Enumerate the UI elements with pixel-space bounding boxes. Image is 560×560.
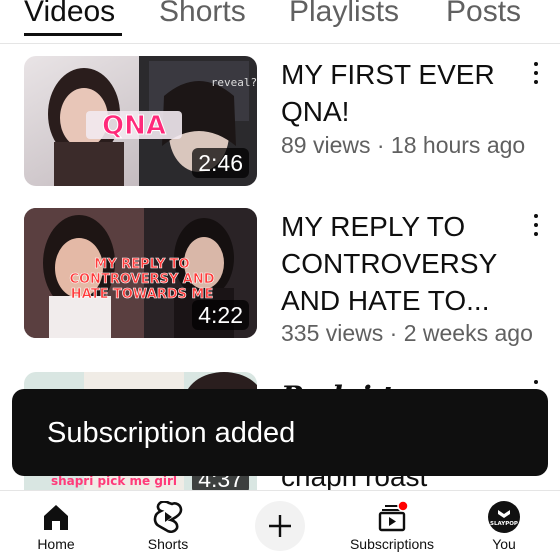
more-options-icon[interactable] <box>528 212 544 238</box>
svg-text:reveal?: reveal? <box>211 76 257 89</box>
video-title[interactable]: MY REPLY TO CONTROVERSY AND HATE TO... <box>281 208 521 319</box>
nav-home-label: Home <box>37 536 75 552</box>
plus-icon <box>269 515 291 537</box>
nav-shorts-label: Shorts <box>147 536 189 552</box>
video-meta: 335 views · 2 weeks ago <box>281 320 533 346</box>
tab-shorts[interactable]: Shorts <box>159 0 246 32</box>
avatar: SLAYPOP <box>488 501 520 533</box>
svg-text:shapri pick me girl: shapri pick me girl <box>51 474 177 488</box>
svg-text:CONTROVERSY AND: CONTROVERSY AND <box>69 272 214 287</box>
subscriptions-icon <box>378 501 409 532</box>
snackbar: Subscription added <box>12 389 548 476</box>
video-item[interactable]: QNA reveal? 2:46 MY FIRST EVER QNA! 89 v… <box>0 56 560 188</box>
svg-text:MY REPLY TO: MY REPLY TO <box>94 257 189 272</box>
svg-text:SLAYPOP: SLAYPOP <box>490 521 518 527</box>
notification-dot <box>397 501 409 512</box>
snackbar-message: Subscription added <box>47 417 296 449</box>
video-thumbnail[interactable]: MY REPLY TO CONTROVERSY AND HATE TOWARDS… <box>24 208 257 338</box>
nav-subscriptions[interactable]: Subscriptions <box>342 491 442 560</box>
nav-you[interactable]: SLAYPOP You <box>470 491 538 560</box>
nav-shorts[interactable]: Shorts <box>128 491 208 560</box>
create-button[interactable] <box>255 501 305 551</box>
video-title[interactable]: MY FIRST EVER QNA! <box>281 56 521 130</box>
tab-videos[interactable]: Videos <box>24 0 115 32</box>
channel-tabs: Videos Shorts Playlists Posts <box>0 0 560 44</box>
nav-home[interactable]: Home <box>16 491 96 560</box>
shorts-icon <box>153 501 183 533</box>
nav-you-label: You <box>492 536 516 552</box>
home-icon <box>44 505 68 530</box>
active-tab-indicator <box>24 33 122 36</box>
video-duration: 4:22 <box>192 300 249 330</box>
thumbnail-text: QNA <box>102 111 166 141</box>
video-duration: 2:46 <box>192 148 249 178</box>
nav-subscriptions-label: Subscriptions <box>349 536 435 552</box>
bottom-nav: Home Shorts Subscriptions SLAYPOP You <box>0 490 560 560</box>
tab-posts[interactable]: Posts <box>446 0 521 32</box>
tab-playlists[interactable]: Playlists <box>289 0 399 32</box>
video-thumbnail[interactable]: QNA reveal? 2:46 <box>24 56 257 186</box>
video-item[interactable]: MY REPLY TO CONTROVERSY AND HATE TOWARDS… <box>0 208 560 346</box>
more-options-icon[interactable] <box>528 60 544 86</box>
video-meta: 89 views · 18 hours ago <box>281 132 526 158</box>
svg-text:HATE TOWARDS ME: HATE TOWARDS ME <box>71 287 213 302</box>
